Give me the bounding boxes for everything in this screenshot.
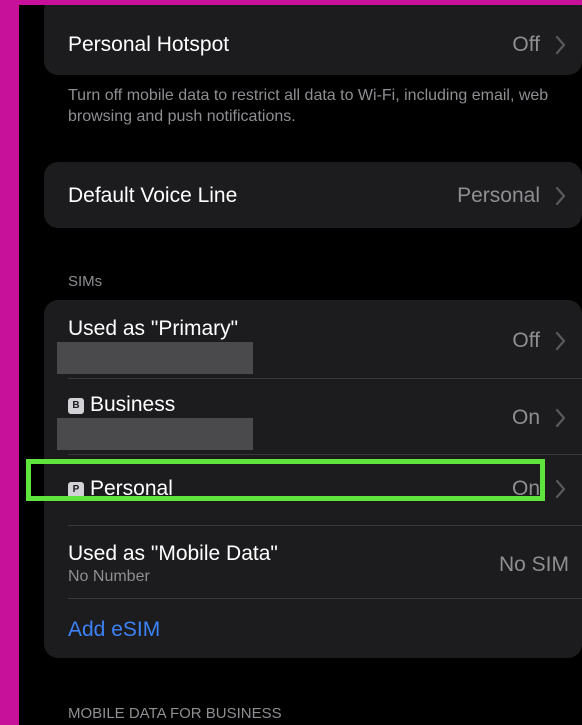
default-voice-line-row[interactable]: Default Voice Line Personal [44, 162, 582, 228]
sim-primary-value: Off [512, 329, 540, 352]
personal-hotspot-value: Off [512, 33, 540, 56]
voice-line-group: Default Voice Line Personal [44, 162, 582, 228]
redacted-phone-number [57, 342, 253, 374]
add-esim-link[interactable]: Add eSIM [68, 618, 160, 642]
default-voice-line-label: Default Voice Line [68, 184, 238, 207]
chevron-right-icon [555, 331, 567, 351]
mobile-data-business-header: MOBILE DATA FOR BUSINESS [68, 705, 282, 722]
sim-business-row[interactable]: B Business On [44, 379, 582, 454]
sims-group: Used as "Primary" Off B Business On P Pers… [44, 300, 582, 658]
sim-personal-row[interactable]: P Personal On [44, 455, 582, 525]
sim-primary-row[interactable]: Used as "Primary" Off [44, 300, 582, 378]
personal-badge-icon: P [68, 482, 84, 498]
sim-mobile-data-label: Used as "Mobile Data" [68, 542, 278, 565]
sim-business-value: On [511, 406, 540, 429]
chevron-right-icon [555, 408, 567, 428]
chevron-right-icon [555, 186, 567, 206]
sim-business-name: Business [90, 393, 176, 416]
sim-primary-label: Used as "Primary" [68, 317, 239, 340]
sim-mobile-data-row[interactable]: Used as "Mobile Data" No Number No SIM [44, 526, 582, 598]
sim-personal-label: P Personal [68, 477, 173, 501]
personal-hotspot-row[interactable]: Personal Hotspot Off [44, 5, 582, 75]
sim-mobile-data-value: No SIM [498, 553, 569, 576]
business-badge-icon: B [68, 398, 84, 414]
sim-business-label: B Business [68, 393, 175, 417]
sim-personal-name: Personal [90, 477, 173, 500]
sim-mobile-data-sublabel: No Number [68, 568, 150, 585]
hotspot-group: Personal Hotspot Off [44, 5, 582, 75]
personal-hotspot-label: Personal Hotspot [68, 33, 230, 56]
sim-personal-value: On [511, 477, 540, 500]
redacted-phone-number [57, 418, 253, 450]
chevron-right-icon [555, 35, 567, 55]
settings-screen: Personal Hotspot Off Turn off mobile dat… [19, 5, 582, 725]
sims-section-header: SIMs [68, 273, 103, 290]
chevron-right-icon [555, 479, 567, 499]
mobile-data-footnote: Turn off mobile data to restrict all dat… [68, 87, 549, 125]
default-voice-line-value: Personal [457, 184, 540, 207]
add-esim-row[interactable]: Add eSIM [44, 599, 582, 658]
